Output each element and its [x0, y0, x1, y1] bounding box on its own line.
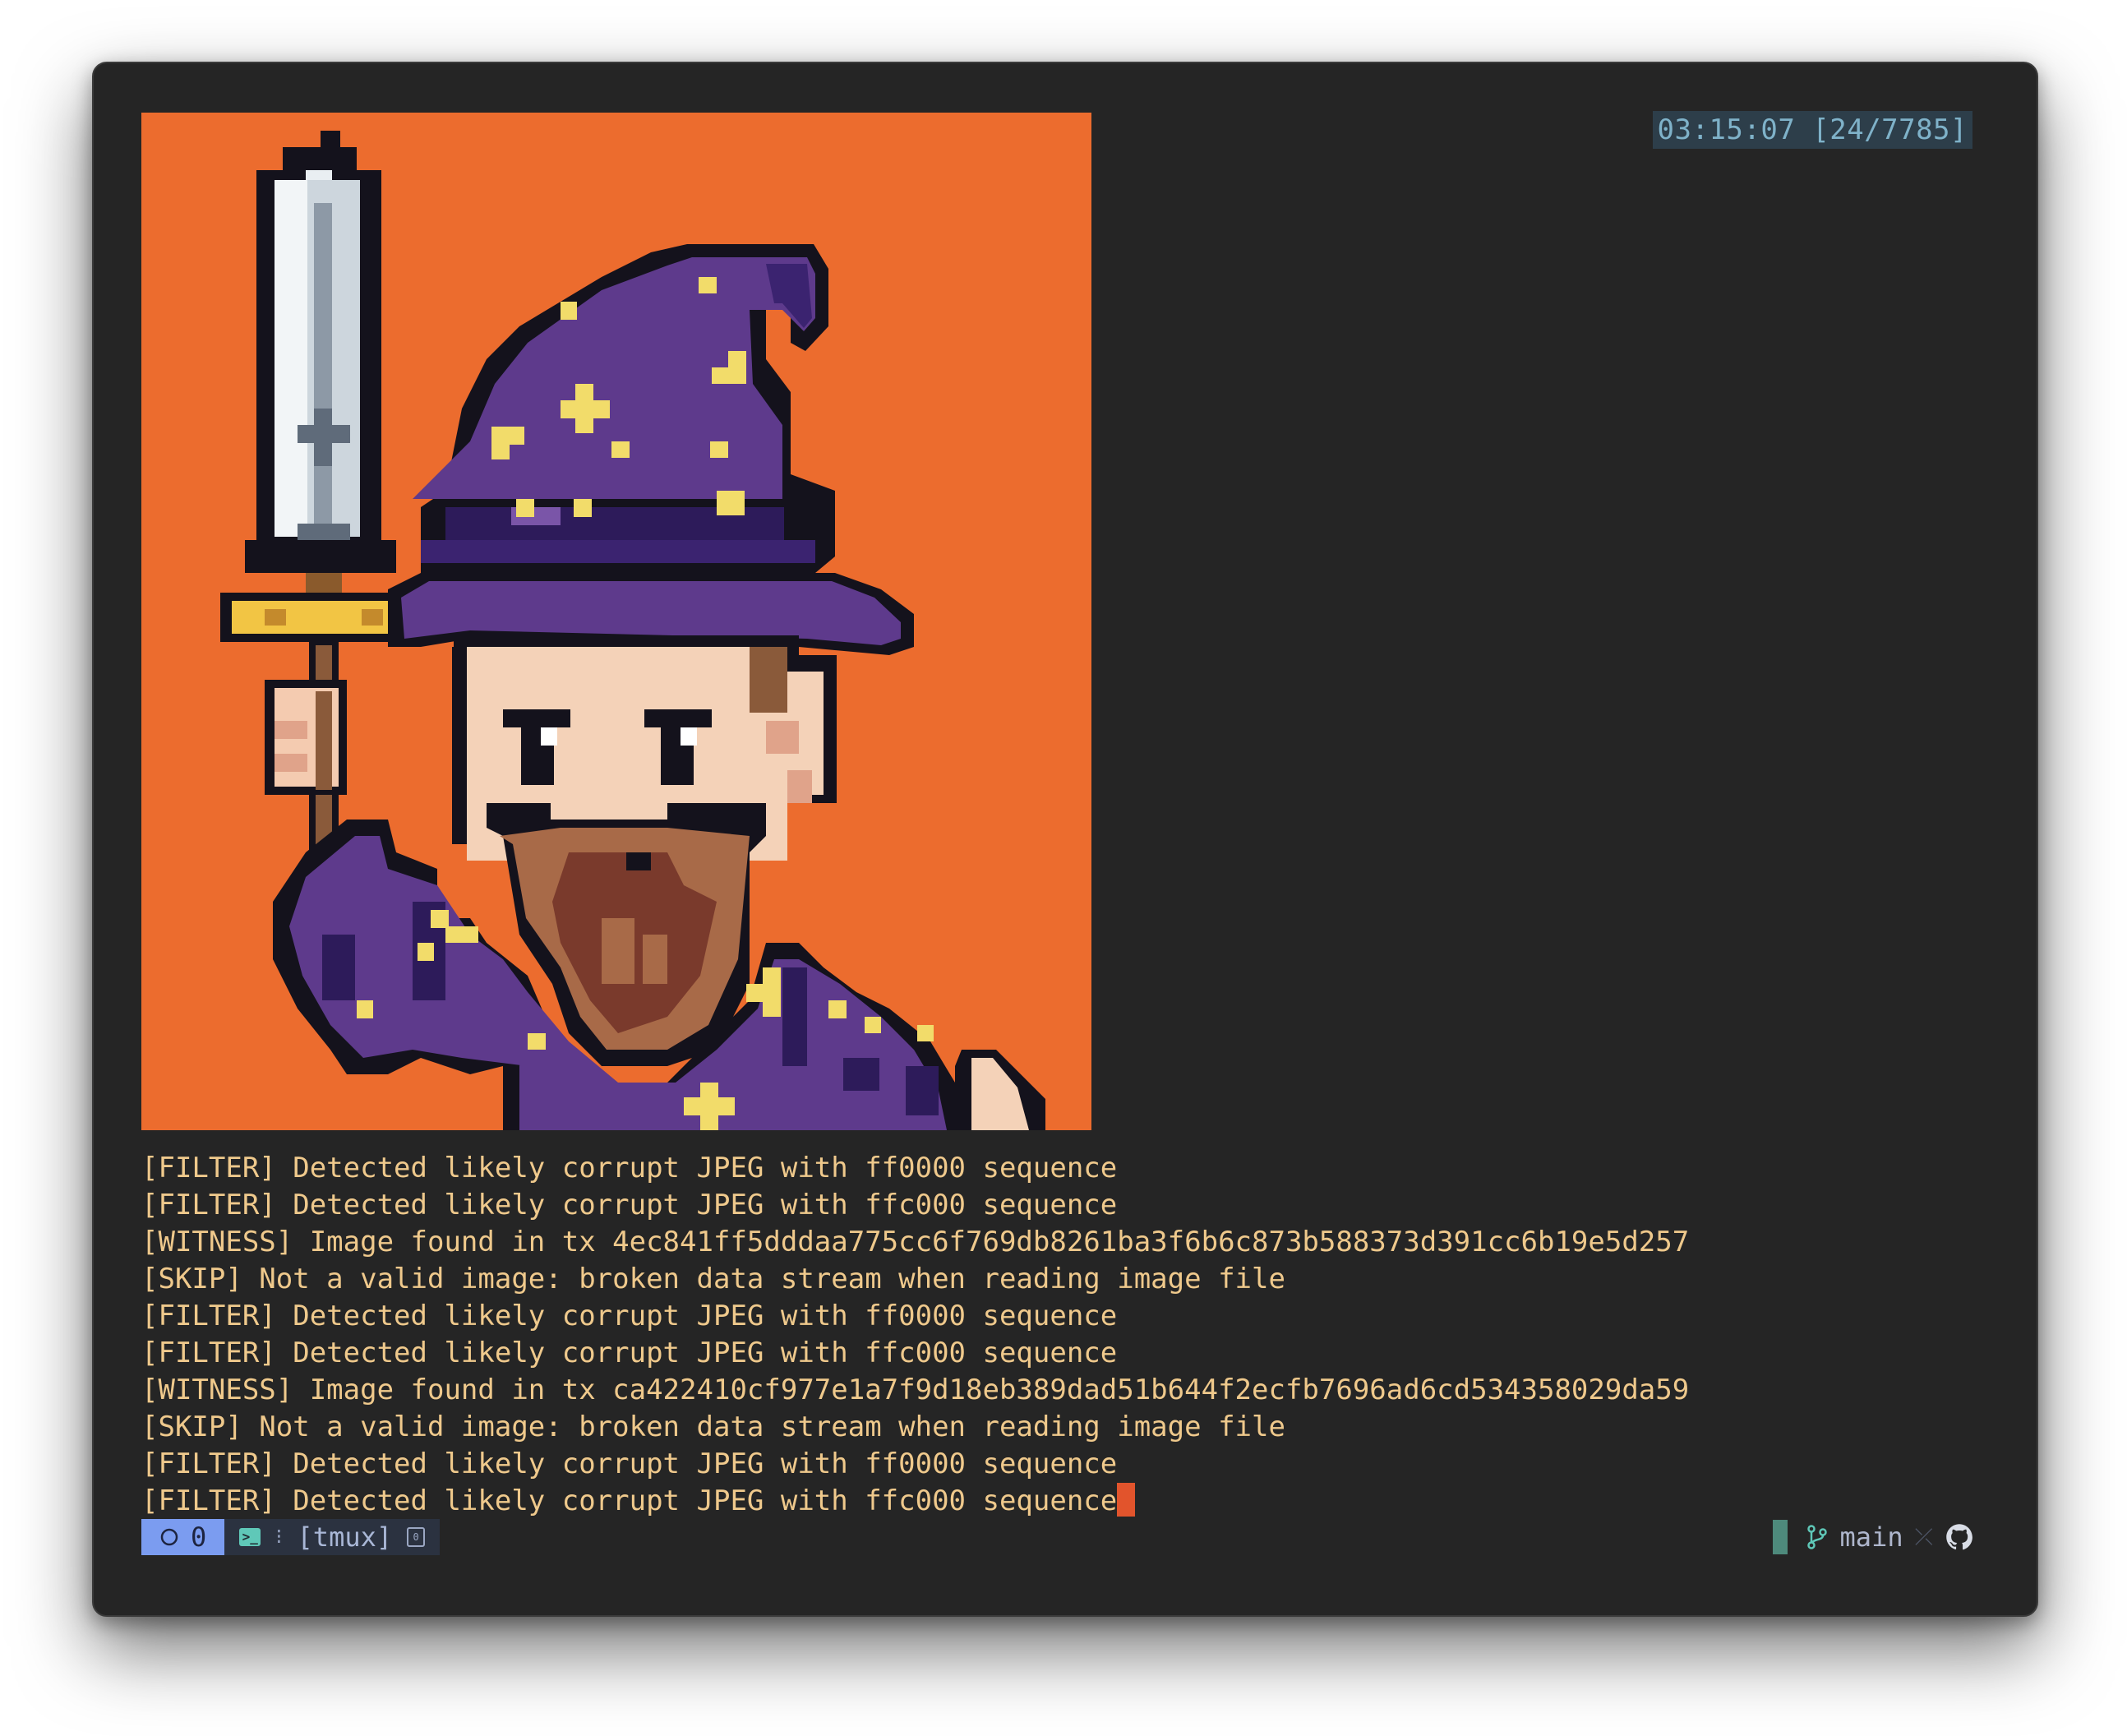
log-line: [FILTER] Detected likely corrupt JPEG wi… — [141, 1189, 1118, 1221]
log-line: [FILTER] Detected likely corrupt JPEG wi… — [141, 1447, 1118, 1480]
log-line: [SKIP] Not a valid image: broken data st… — [141, 1410, 1285, 1443]
status-left: 0 >_ ⁝ [tmux] 0 — [141, 1519, 441, 1555]
window-icon: 0 — [407, 1527, 426, 1547]
status-right: main ⤫ — [1772, 1519, 1974, 1555]
git-sync-icon: ⤫ — [1914, 1523, 1933, 1550]
session-count-segment[interactable]: 0 — [141, 1519, 225, 1555]
wizard-pixel-art — [141, 113, 1091, 1130]
tmux-status-bar: 0 >_ ⁝ [tmux] 0 main ⤫ — [141, 1519, 1974, 1555]
github-icon[interactable] — [1945, 1522, 1974, 1552]
session-name: [tmux] — [297, 1521, 393, 1553]
terminal-icon: >_ — [239, 1528, 261, 1546]
session-count: 0 — [191, 1521, 207, 1553]
status-block-icon — [1772, 1520, 1788, 1554]
git-branch-icon — [1806, 1525, 1827, 1549]
log-line: [FILTER] Detected likely corrupt JPEG wi… — [141, 1152, 1118, 1184]
log-line-last: [FILTER] Detected likely corrupt JPEG wi… — [141, 1483, 1689, 1520]
session-segment[interactable]: >_ ⁝ [tmux] 0 — [224, 1519, 441, 1555]
log-output: [FILTER] Detected likely corrupt JPEG wi… — [141, 1150, 1689, 1520]
separator-dots-icon: ⁝ — [275, 1525, 283, 1549]
log-line: [WITNESS] Image found in tx ca422410cf97… — [141, 1374, 1690, 1406]
git-branch-name: main — [1839, 1521, 1903, 1553]
terminal-window: 03:15:07 [24/7785] [FILTER] Detected lik… — [92, 62, 2038, 1617]
clock-counter: 03:15:07 [24/7785] — [1652, 111, 1972, 149]
log-line: [FILTER] Detected likely corrupt JPEG wi… — [141, 1337, 1118, 1369]
log-line: [SKIP] Not a valid image: broken data st… — [141, 1263, 1285, 1295]
left-hand — [265, 680, 347, 795]
wizard-image — [141, 113, 1091, 1130]
log-line: [FILTER] Detected likely corrupt JPEG wi… — [141, 1300, 1118, 1332]
terminal-cursor — [1117, 1483, 1136, 1517]
circle-icon — [160, 1528, 178, 1546]
log-line: [WITNESS] Image found in tx 4ec841ff5ddd… — [141, 1226, 1690, 1258]
log-line-text: [FILTER] Detected likely corrupt JPEG wi… — [141, 1484, 1118, 1517]
